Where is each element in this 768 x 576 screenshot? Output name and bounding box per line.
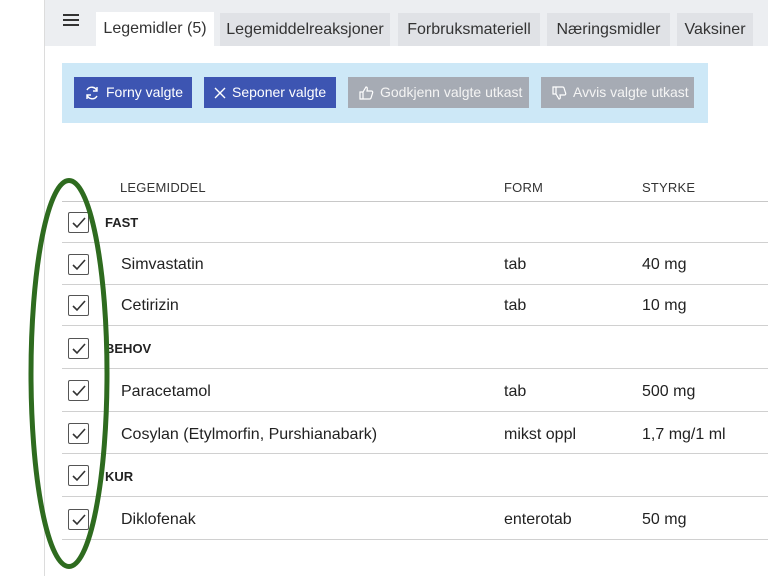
renew-selected-label: Forny valgte xyxy=(106,84,184,100)
thumbs-up-icon xyxy=(359,85,374,100)
row-checkbox[interactable] xyxy=(68,509,89,530)
table-row[interactable]: Cosylan (Etylmorfin, Purshianabark) miks… xyxy=(62,412,768,454)
row-checkbox[interactable] xyxy=(68,254,89,275)
row-checkbox[interactable] xyxy=(68,380,89,401)
medication-form: enterotab xyxy=(504,511,572,528)
medication-strength: 1,7 mg/1 ml xyxy=(642,426,726,443)
group-row-fast: FAST xyxy=(62,202,768,243)
group-checkbox-fast[interactable] xyxy=(68,212,89,233)
row-checkbox[interactable] xyxy=(68,423,89,444)
column-header-styrke: STYRKE xyxy=(642,180,696,195)
row-checkbox[interactable] xyxy=(68,295,89,316)
action-toolbar: Forny valgte Seponer valgte Godkjenn val… xyxy=(62,63,708,123)
column-header-form: FORM xyxy=(504,180,544,195)
column-header-legemiddel: LEGEMIDDEL xyxy=(120,180,206,195)
group-label: FAST xyxy=(105,215,139,230)
menu-icon[interactable] xyxy=(63,14,79,28)
table-row[interactable]: Diklofenak enterotab 50 mg xyxy=(62,497,768,540)
approve-drafts-label: Godkjenn valgte utkast xyxy=(380,84,523,100)
group-checkbox-behov[interactable] xyxy=(68,338,89,359)
group-row-kur: KUR xyxy=(62,454,768,497)
reject-drafts-button[interactable]: Avvis valgte utkast xyxy=(541,77,694,108)
reject-drafts-label: Avvis valgte utkast xyxy=(573,84,689,100)
checkmark-icon xyxy=(72,259,86,271)
table-row[interactable]: Paracetamol tab 500 mg xyxy=(62,369,768,412)
tab-legemidler[interactable]: Legemidler (5) xyxy=(96,12,214,46)
medication-form: tab xyxy=(504,297,527,314)
group-label: KUR xyxy=(105,469,134,484)
checkmark-icon xyxy=(72,217,86,229)
checkmark-icon xyxy=(72,514,86,526)
table-row[interactable]: Cetirizin tab 10 mg xyxy=(62,285,768,326)
medication-name: Paracetamol xyxy=(121,383,211,400)
tab-naeringsmidler[interactable]: Næringsmidler xyxy=(547,13,670,46)
group-label: BEHOV xyxy=(105,341,152,356)
tab-bar: Legemidler (5) Legemiddelreaksjoner Forb… xyxy=(45,0,768,46)
checkmark-icon xyxy=(72,300,86,312)
table-row[interactable]: Simvastatin tab 40 mg xyxy=(62,243,768,285)
medication-name: Simvastatin xyxy=(121,256,204,273)
tab-forbruksmateriell[interactable]: Forbruksmateriell xyxy=(398,13,540,46)
medication-strength: 10 mg xyxy=(642,297,687,314)
tab-vaksiner[interactable]: Vaksiner xyxy=(677,13,753,46)
checkmark-icon xyxy=(72,385,86,397)
discontinue-selected-label: Seponer valgte xyxy=(232,84,327,100)
tab-legemiddelreaksjoner[interactable]: Legemiddelreaksjoner xyxy=(220,13,390,46)
group-checkbox-kur[interactable] xyxy=(68,465,89,486)
refresh-icon xyxy=(86,86,98,99)
medication-name: Cetirizin xyxy=(121,297,179,314)
medication-strength: 50 mg xyxy=(642,511,687,528)
table-header: LEGEMIDDEL FORM STYRKE xyxy=(62,170,768,202)
medication-form: mikst oppl xyxy=(504,426,577,443)
medication-strength: 40 mg xyxy=(642,256,687,273)
checkmark-icon xyxy=(72,428,86,440)
approve-drafts-button[interactable]: Godkjenn valgte utkast xyxy=(348,77,529,108)
thumbs-down-icon xyxy=(552,85,567,100)
medication-name: Diklofenak xyxy=(121,511,196,528)
renew-selected-button[interactable]: Forny valgte xyxy=(74,77,192,108)
group-row-behov: BEHOV xyxy=(62,326,768,369)
checkmark-icon xyxy=(72,343,86,355)
discontinue-selected-button[interactable]: Seponer valgte xyxy=(204,77,336,108)
checkmark-icon xyxy=(72,470,86,482)
medication-strength: 500 mg xyxy=(642,383,696,400)
medication-name: Cosylan (Etylmorfin, Purshianabark) xyxy=(121,426,378,443)
left-border xyxy=(44,0,45,576)
close-icon xyxy=(214,87,226,98)
medication-form: tab xyxy=(504,256,527,273)
medication-form: tab xyxy=(504,383,527,400)
